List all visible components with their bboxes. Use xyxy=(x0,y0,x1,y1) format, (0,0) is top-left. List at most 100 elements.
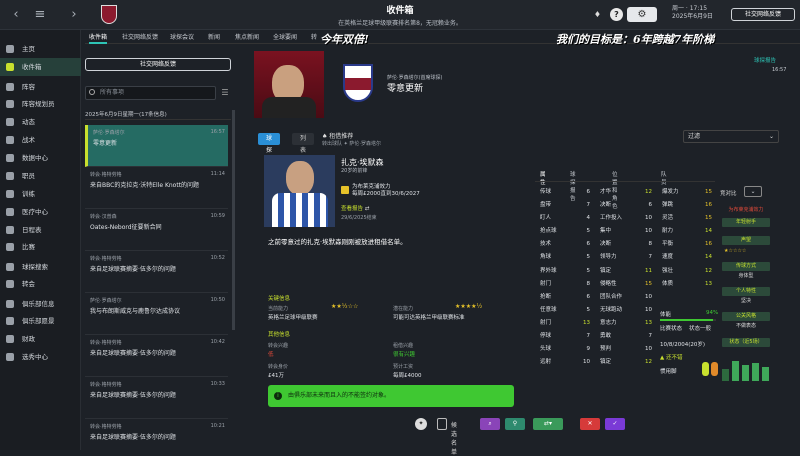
attribute-name: 盯人 xyxy=(540,215,552,222)
scout-action-icon[interactable]: ⚲ xyxy=(505,418,525,430)
loan-interest-value: 很有兴趣 xyxy=(393,352,416,358)
toggle-icon: ⇄ xyxy=(364,206,370,212)
list-item[interactable]: 转会·汉普森 Oates-Nebord征要新合同 10:59 xyxy=(85,209,228,251)
close-icon[interactable]: ✕ xyxy=(580,418,600,430)
sidebar-item-club-vision[interactable]: 俱乐部愿景 xyxy=(0,312,81,330)
sidebar-item-finances[interactable]: 财政 xyxy=(0,330,81,348)
back-icon[interactable]: ‹ xyxy=(8,7,24,23)
attribute-value: 14 xyxy=(705,254,712,261)
list-item[interactable]: 萨伦·罗森塔尔 我与布朗斯威克与鹿鲁尔达成协议 10:50 xyxy=(85,293,228,335)
search-action-icon[interactable]: ⌕ xyxy=(480,418,500,430)
attribute-row: 决断 6 xyxy=(600,199,654,212)
notification-icon[interactable]: ♦ xyxy=(591,8,604,21)
tag-no-comment: 不做表态 xyxy=(735,323,756,329)
info-icon: i xyxy=(274,392,282,400)
sidebar-item-squad-planner[interactable]: 阵容规划员 xyxy=(0,95,81,113)
social-feedback-button[interactable]: 社交网络反馈 xyxy=(731,8,795,21)
compare-dropdown[interactable]: ⌄ xyxy=(744,186,762,197)
sidebar-item-matches[interactable]: 比赛 xyxy=(0,238,81,256)
settings-gear-icon[interactable]: ⚙ xyxy=(627,7,657,22)
attribute-row: 平衡 16 xyxy=(662,238,714,251)
scouting-icon xyxy=(6,263,14,271)
attribute-row: 抢断 6 xyxy=(540,291,592,304)
tab-world-news[interactable]: 全球要闻 xyxy=(273,32,297,41)
page-header: 收件箱 在英格兰足球甲级联赛排名第8，无冠赖业务。 xyxy=(250,3,550,27)
list-item[interactable]: 转会·格特劳格 来自足球联赛摘要·伍多尔的问题 10:42 xyxy=(85,335,228,377)
menu-icon[interactable]: ≡ xyxy=(32,7,48,23)
attribute-name: 界外球 xyxy=(540,267,557,274)
tab-squad[interactable]: 队员 xyxy=(661,170,667,186)
list-item[interactable]: 转会·格特劳格 来自足球联赛摘要·伍多尔的问题 10:33 xyxy=(85,377,228,419)
sidebar-item-squad[interactable]: 阵容 xyxy=(0,78,81,96)
sidebar-item-club-info[interactable]: 俱乐部信息 xyxy=(0,295,81,313)
wage-value: 每周£4000 xyxy=(393,373,422,379)
tab-attributes[interactable]: 属性 xyxy=(540,170,546,186)
help-icon[interactable]: ? xyxy=(610,8,623,21)
sidebar-item-home[interactable]: 主页 xyxy=(0,40,81,58)
transfer-action-icon[interactable]: ⇄▾ xyxy=(533,418,563,430)
attribute-row: 头球 9 xyxy=(540,343,592,356)
confirm-icon[interactable]: ✓ xyxy=(605,418,625,430)
loan-who[interactable]: 萨伦·罗森塔尔 xyxy=(349,141,381,147)
sidebar-item-staff[interactable]: 职员 xyxy=(0,167,81,185)
inbox-social-button[interactable]: 社交网络反馈 xyxy=(85,58,231,71)
report-expiry: 29/6/2025结束 xyxy=(341,215,377,221)
sidebar-item-scouting[interactable]: 球探搜索 xyxy=(0,258,81,276)
club-line-2: 每周£2000直到30/6/2027 xyxy=(352,191,420,197)
sidebar-item-draft[interactable]: 选秀中心 xyxy=(0,348,81,366)
tab-news[interactable]: 新闻 xyxy=(208,32,220,41)
message-time: 10:52 xyxy=(210,255,225,261)
sidebar-item-training[interactable]: 训练 xyxy=(0,185,81,203)
view-report-button[interactable]: 查看报告 ⇄ xyxy=(341,204,369,212)
fitness-value: 94% xyxy=(706,310,719,316)
sidebar-item-medical[interactable]: 医疗中心 xyxy=(0,203,81,221)
notice-banner[interactable]: 由俱乐部未来而且入的不能签约对象。 xyxy=(268,385,514,407)
player-info: 20岁的前锋 xyxy=(341,168,368,174)
list-view-icon[interactable]: ☰ xyxy=(219,88,231,98)
sidebar-item-inbox[interactable]: 收件箱 xyxy=(0,58,81,76)
medical-icon xyxy=(6,208,14,216)
sidebar-item-dynamics[interactable]: 动态 xyxy=(0,113,81,131)
calendar-icon xyxy=(6,226,14,234)
section-key-info: 关键信息 xyxy=(268,296,291,302)
list-item[interactable]: 萨伦·罗森塔尔 零意更新 16:57 xyxy=(85,125,228,167)
sidebar-item-tactics[interactable]: 战术 xyxy=(0,131,81,149)
player-photo[interactable] xyxy=(264,155,335,227)
filter-dropdown[interactable]: 过滤 ⌄ xyxy=(683,130,779,143)
forward-icon[interactable]: › xyxy=(66,7,82,23)
tab-transfer[interactable]: 转 xyxy=(311,32,317,41)
tag-reputation: 声望 xyxy=(722,236,770,245)
message-time: 16:57 xyxy=(210,129,225,135)
message-sender[interactable]: 萨伦·罗森塔尔(首席球探) xyxy=(387,74,443,81)
tab-list[interactable]: 列表 xyxy=(292,133,315,154)
attribute-name: 射门 xyxy=(540,280,552,287)
staff-icon xyxy=(6,172,14,180)
message-subject: 来自BBC的克拉克·沃特Elle Knott的问题 xyxy=(90,182,200,189)
tab-scout-meeting[interactable]: 球探会议 xyxy=(170,32,194,41)
list-item[interactable]: 转会·格特劳格 来自足球联赛摘要·伍多尔的问题 10:52 xyxy=(85,251,228,293)
player-icon[interactable]: ✦ xyxy=(415,418,427,430)
sidebar-item-schedule[interactable]: 日程表 xyxy=(0,221,81,239)
list-item[interactable]: 转会·格特劳格 来自BBC的克拉克·沃特Elle Knott的问题 11:14 xyxy=(85,167,228,209)
sidebar-item-data-hub[interactable]: 数据中心 xyxy=(0,149,81,167)
shortlist-checkbox[interactable] xyxy=(437,418,447,430)
club-crest-icon[interactable] xyxy=(101,5,117,24)
message-from: 转会·格特劳格 xyxy=(90,172,122,178)
attribute-name: 集中 xyxy=(600,228,612,235)
tab-headlines[interactable]: 焦点新闻 xyxy=(235,32,259,41)
tab-scout-card[interactable]: 球探卡 xyxy=(258,133,281,166)
date-display[interactable]: 周一 · 17:15 2025年6月9日 xyxy=(672,5,722,21)
search-input[interactable]: 所有事项 xyxy=(85,86,216,100)
form-value: 状态一般 xyxy=(689,326,712,332)
tab-social[interactable]: 社交网络反馈 xyxy=(122,32,158,41)
message-list-scrollbar[interactable] xyxy=(232,110,235,330)
attribute-row: 射门 8 xyxy=(540,278,592,291)
tab-inbox[interactable]: 收件箱 xyxy=(89,32,108,44)
section-other-info: 其他信息 xyxy=(268,332,291,338)
list-item[interactable]: 转会·格特劳格 来自足球联赛摘要·伍多尔的问题 10:21 xyxy=(85,419,228,450)
sidebar-item-label: 比赛 xyxy=(22,243,35,251)
sidebar-item-transfers[interactable]: 转会 xyxy=(0,275,81,293)
scout-report-link[interactable]: 球探报告 xyxy=(754,56,776,64)
recent-form-chart xyxy=(722,359,770,381)
vision-icon xyxy=(6,317,14,325)
